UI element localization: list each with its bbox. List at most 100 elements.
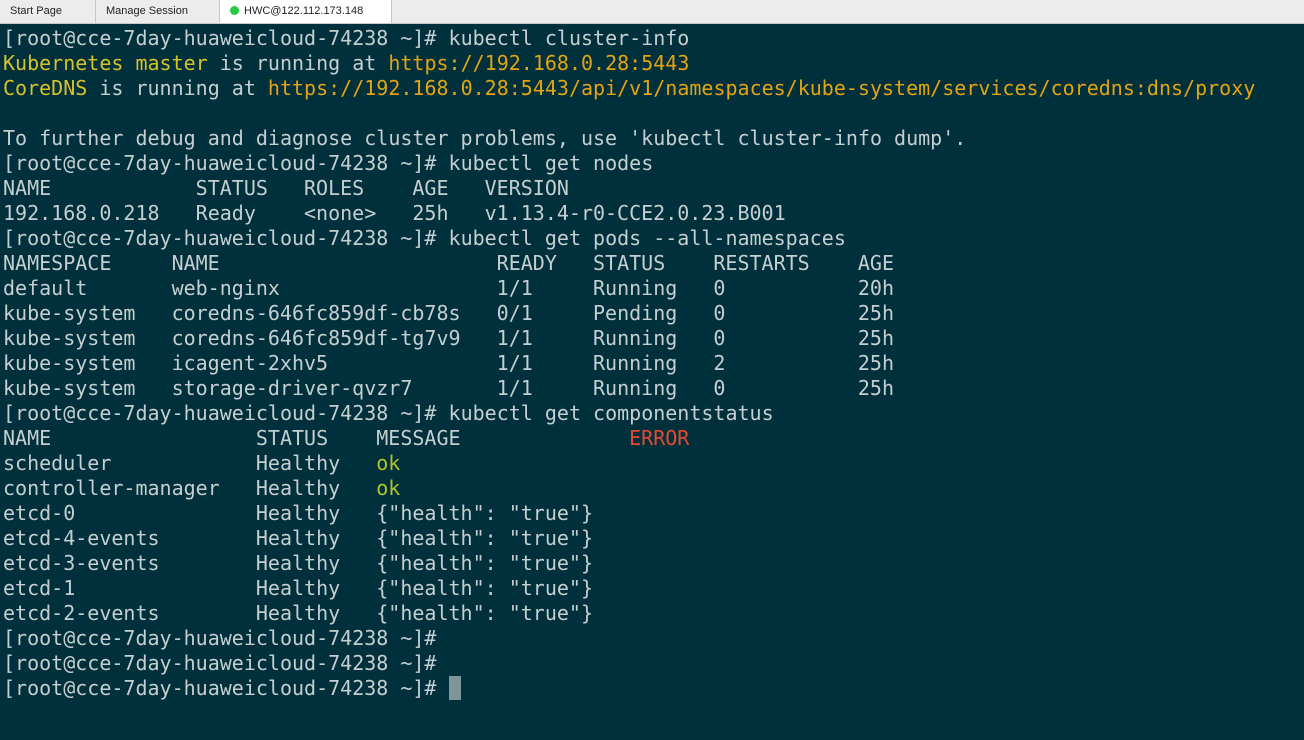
column-header: STATUS xyxy=(195,176,268,200)
table-cell: Pending xyxy=(592,301,678,325)
table-cell: kube-system xyxy=(3,326,136,350)
table-cell: <none> xyxy=(304,201,377,225)
table-cell: ok xyxy=(376,451,401,475)
table-cell: 25h xyxy=(857,376,894,400)
table-cell: 1/1 xyxy=(496,326,533,350)
tab-manage-session[interactable]: Manage Session xyxy=(96,0,220,23)
table-cell: kube-system xyxy=(3,376,136,400)
table-cell: coredns-646fc859df-cb78s xyxy=(171,301,461,325)
command-line: [root@cce-7day-huaweicloud-74238 ~]# kub… xyxy=(3,151,1304,176)
shell-prompt: [root@cce-7day-huaweicloud-74238 ~]# xyxy=(3,676,449,700)
service-name: Kubernetes master xyxy=(3,51,208,75)
table-cell: etcd-2-events xyxy=(3,601,160,625)
table-cell: {"health": "true"} xyxy=(376,576,594,600)
table-cell: Healthy xyxy=(255,526,341,550)
table-cell: 0 xyxy=(713,301,726,325)
hint-text: To further debug and diagnose cluster pr… xyxy=(3,126,967,150)
column-header: MESSAGE xyxy=(376,426,461,450)
column-header: AGE xyxy=(857,251,894,275)
table-cell: Running xyxy=(592,376,678,400)
table-cell: Running xyxy=(592,351,678,375)
table-cell: {"health": "true"} xyxy=(376,501,594,525)
column-header: NAMESPACE xyxy=(3,251,112,275)
service-url: https://192.168.0.28:5443 xyxy=(388,51,690,75)
component-row: etcd-4-events Healthy {"health": "true"} xyxy=(3,526,1304,551)
table-cell: 20h xyxy=(857,276,894,300)
component-row: scheduler Healthy ok xyxy=(3,451,1304,476)
table-cell: etcd-4-events xyxy=(3,526,160,550)
table-cell: {"health": "true"} xyxy=(376,526,594,550)
shell-prompt: [root@cce-7day-huaweicloud-74238 ~]# xyxy=(3,626,449,650)
table-cell: 1/1 xyxy=(496,276,533,300)
table-cell: Healthy xyxy=(255,476,341,500)
table-cell: web-nginx xyxy=(171,276,280,300)
table-cell: 2 xyxy=(713,351,726,375)
table-cell: v1.13.4-r0-CCE2.0.23.B001 xyxy=(484,201,786,225)
table-cell: 0 xyxy=(713,326,726,350)
table-cell: Healthy xyxy=(255,451,341,475)
command-text: kubectl get nodes xyxy=(448,151,654,175)
table-header: NAMESPACE NAME READY STATUS RESTARTS AGE xyxy=(3,251,1304,276)
column-header: STATUS xyxy=(255,426,329,450)
tab-label: Start Page xyxy=(10,5,62,17)
pod-row: kube-system coredns-646fc859df-cb78s 0/1 Pe… xyxy=(3,301,1304,326)
column-header: NAME xyxy=(3,176,52,200)
tab-label: HWC@122.112.173.148 xyxy=(244,5,364,17)
table-cell: {"health": "true"} xyxy=(376,601,594,625)
column-header: ERROR xyxy=(629,426,690,450)
table-cell: 25h xyxy=(412,201,449,225)
pod-row: default web-nginx 1/1 Running 0 20h xyxy=(3,276,1304,301)
table-cell: etcd-0 xyxy=(3,501,76,525)
column-header: STATUS xyxy=(592,251,666,275)
table-header: NAME STATUS ROLES AGE VERSION xyxy=(3,176,1304,201)
terminal-text: is running at xyxy=(207,51,389,75)
shell-prompt: [root@cce-7day-huaweicloud-74238 ~]# xyxy=(3,651,449,675)
component-row: etcd-1 Healthy {"health": "true"} xyxy=(3,576,1304,601)
tab-hwc-session[interactable]: HWC@122.112.173.148 xyxy=(220,0,392,23)
table-cell: 25h xyxy=(857,326,894,350)
table-cell: 192.168.0.218 xyxy=(3,201,160,225)
table-cell: Healthy xyxy=(255,501,341,525)
cluster-info-hint: To further debug and diagnose cluster pr… xyxy=(3,126,1304,151)
component-row: etcd-0 Healthy {"health": "true"} xyxy=(3,501,1304,526)
pod-row: kube-system icagent-2xhv5 1/1 Running 2 25h xyxy=(3,351,1304,376)
component-row: controller-manager Healthy ok xyxy=(3,476,1304,501)
service-url: https://192.168.0.28:5443/api/v1/namespa… xyxy=(267,76,1256,100)
table-cell: kube-system xyxy=(3,301,136,325)
table-cell: Healthy xyxy=(255,551,341,575)
shell-prompt: [root@cce-7day-huaweicloud-74238 ~]# xyxy=(3,151,449,175)
table-cell: Healthy xyxy=(255,601,341,625)
table-cell: 0 xyxy=(713,376,726,400)
table-cell: scheduler xyxy=(3,451,112,475)
command-line: [root@cce-7day-huaweicloud-74238 ~]# xyxy=(3,626,1304,651)
table-cell: Ready xyxy=(195,201,256,225)
shell-prompt: [root@cce-7day-huaweicloud-74238 ~]# xyxy=(3,401,449,425)
table-cell: storage-driver-qvzr7 xyxy=(171,376,413,400)
column-header: READY xyxy=(496,251,557,275)
cluster-info-dns: CoreDNS is running at https://192.168.0.… xyxy=(3,76,1304,101)
command-line: [root@cce-7day-huaweicloud-74238 ~]# xyxy=(3,651,1304,676)
column-header: NAME xyxy=(3,426,52,450)
shell-prompt: [root@cce-7day-huaweicloud-74238 ~]# xyxy=(3,26,449,50)
command-line: [root@cce-7day-huaweicloud-74238 ~]# kub… xyxy=(3,401,1304,426)
command-text: kubectl get pods --all-namespaces xyxy=(448,226,846,250)
table-header: NAME STATUS MESSAGE ERROR xyxy=(3,426,1304,451)
table-cell: kube-system xyxy=(3,351,136,375)
tab-label: Manage Session xyxy=(106,5,188,17)
column-header: ROLES xyxy=(304,176,365,200)
shell-prompt: [root@cce-7day-huaweicloud-74238 ~]# xyxy=(3,226,449,250)
tab-start-page[interactable]: Start Page xyxy=(0,0,96,23)
table-cell: coredns-646fc859df-tg7v9 xyxy=(171,326,461,350)
command-line: [root@cce-7day-huaweicloud-74238 ~]# kub… xyxy=(3,26,1304,51)
service-name: CoreDNS xyxy=(3,76,88,100)
table-cell: Running xyxy=(592,326,678,350)
table-cell: icagent-2xhv5 xyxy=(171,351,329,375)
table-cell: 1/1 xyxy=(496,351,533,375)
terminal-output[interactable]: [root@cce-7day-huaweicloud-74238 ~]# kub… xyxy=(3,26,1304,740)
command-line: [root@cce-7day-huaweicloud-74238 ~]# kub… xyxy=(3,226,1304,251)
column-header: VERSION xyxy=(484,176,569,200)
table-cell: Running xyxy=(592,276,678,300)
table-cell: 0 xyxy=(713,276,726,300)
component-row: etcd-2-events Healthy {"health": "true"} xyxy=(3,601,1304,626)
